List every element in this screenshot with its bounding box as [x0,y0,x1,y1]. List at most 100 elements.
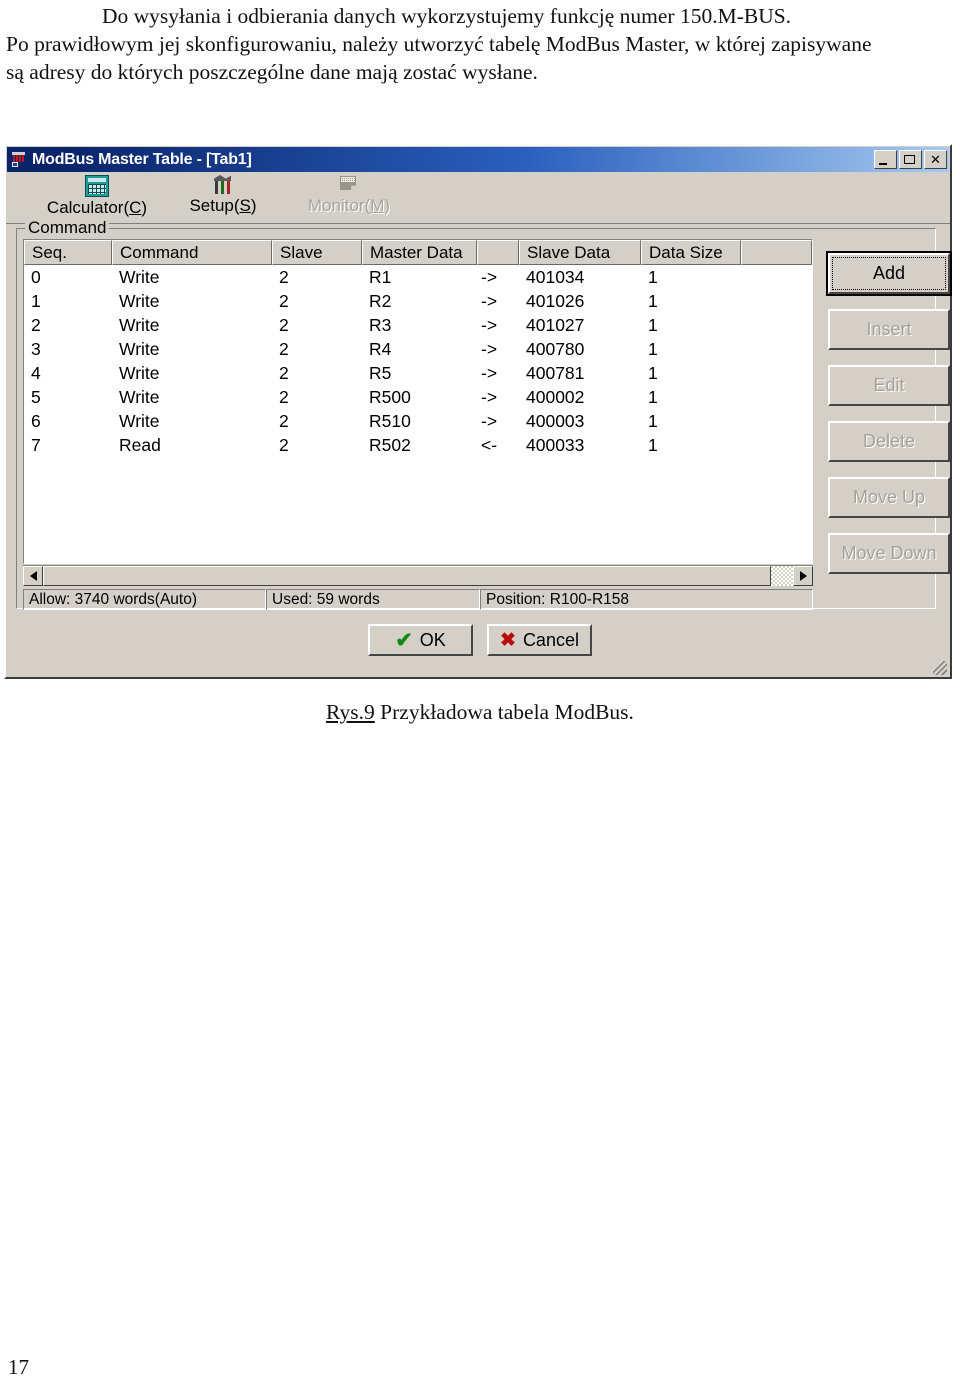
cell-master-data: R1 [369,266,392,287]
scroll-right-button[interactable] [793,566,813,586]
page-number: 17 [8,1355,29,1379]
ok-button[interactable]: ✔ OK [368,624,473,656]
cancel-button-label: Cancel [522,629,579,650]
table-row[interactable]: 7 Read 2 R502 <- 400033 1 [24,433,812,457]
resize-grip[interactable] [933,661,947,675]
insert-button: Insert [828,309,950,350]
cell-command: Write [119,410,160,431]
status-allow: Allow: 3740 words(Auto) [23,589,266,610]
table-row[interactable]: 0 Write 2 R1 -> 401034 1 [24,265,812,289]
maximize-button[interactable] [899,150,922,169]
table-row[interactable]: 1 Write 2 R2 -> 401026 1 [24,289,812,313]
scrollbar-thumb[interactable] [43,566,771,586]
cell-direction: -> [481,410,498,431]
command-groupbox: Command Seq. Command Slave Master Data S… [16,218,936,610]
check-icon: ✔ [395,628,413,652]
move-down-button-label: Move Down [841,543,937,563]
cell-slave-data: 401034 [526,266,585,287]
cell-direction: -> [481,386,498,407]
cell-slave-data: 401026 [526,290,585,311]
cell-seq: 0 [31,266,41,287]
cell-master-data: R502 [369,434,411,455]
command-listview[interactable]: Seq. Command Slave Master Data Slave Dat… [23,239,813,564]
dialog-titlebar[interactable]: ModBus Master Table - [Tab1] ✕ [7,147,949,172]
cell-command: Write [119,362,160,383]
cell-seq: 3 [31,338,41,359]
cell-command: Write [119,314,160,335]
triangle-left-icon [29,571,37,581]
cell-command: Write [119,266,160,287]
table-row[interactable]: 6 Write 2 R510 -> 400003 1 [24,409,812,433]
minimize-button[interactable] [874,150,897,169]
cell-seq: 7 [31,434,41,455]
paragraph-line-3: są adresy do których poszczególne dane m… [6,60,538,84]
cell-direction: -> [481,290,498,311]
document-paragraph: Do wysyłania i odbierania danych wykorzy… [0,0,960,86]
cell-slave-data: 401027 [526,314,585,335]
cell-direction: -> [481,314,498,335]
cell-master-data: R510 [369,410,411,431]
toolbar-label-calculator: Calculator(C) [46,198,148,217]
dialog-toolbar: Calculator(C) Setup(S) Monitor(M) [6,172,950,224]
modbus-table-icon [10,151,28,169]
cell-data-size: 1 [648,410,658,431]
toolbar-label-setup: Setup(S) [189,196,257,215]
cancel-button[interactable]: ✖ Cancel [487,624,592,656]
cell-data-size: 1 [648,386,658,407]
toolbar-item-setup[interactable]: Setup(S) [160,175,286,216]
dialog-footer-buttons: ✔ OK ✖ Cancel [6,624,954,656]
cell-data-size: 1 [648,266,658,287]
paragraph-line-1: Do wysyłania i odbierania danych wykorzy… [102,4,792,28]
close-button[interactable]: ✕ [924,150,947,169]
status-bar: Allow: 3740 words(Auto) Used: 59 words P… [23,589,813,610]
cell-command: Write [119,386,160,407]
paragraph-line-2: Po prawidłowym jej skonfigurowaniu, nale… [6,32,872,56]
column-header-command[interactable]: Command [112,240,272,265]
delete-button-label: Delete [862,431,916,451]
scrollbar-track[interactable] [771,566,793,586]
cell-slave: 2 [279,434,289,455]
add-button[interactable]: Add [826,251,952,296]
dialog-title: ModBus Master Table - [Tab1] [32,150,252,168]
cell-seq: 4 [31,362,41,383]
column-header-seq[interactable]: Seq. [24,240,112,265]
cell-data-size: 1 [648,290,658,311]
calculator-icon [85,175,109,197]
cell-master-data: R3 [369,314,392,335]
tools-icon [212,175,234,195]
status-used: Used: 59 words [266,589,480,610]
cell-slave-data: 400002 [526,386,585,407]
column-header-direction[interactable] [477,240,519,265]
edit-button-label: Edit [873,375,905,395]
horizontal-scrollbar[interactable] [23,565,813,586]
cell-seq: 6 [31,410,41,431]
cell-slave: 2 [279,314,289,335]
monitor-icon [338,175,360,195]
toolbar-label-monitor: Monitor(M) [307,196,391,215]
table-row[interactable]: 3 Write 2 R4 -> 400780 1 [24,337,812,361]
cell-slave-data: 400780 [526,338,585,359]
cell-master-data: R4 [369,338,392,359]
column-header-slave-data[interactable]: Slave Data [519,240,641,265]
cell-slave-data: 400781 [526,362,585,383]
move-down-button: Move Down [828,533,950,574]
column-header-data-size[interactable]: Data Size [641,240,741,265]
cell-slave: 2 [279,266,289,287]
toolbar-item-calculator[interactable]: Calculator(C) [34,175,160,218]
column-header-master-data[interactable]: Master Data [362,240,477,265]
cell-command: Read [119,434,161,455]
table-row[interactable]: 2 Write 2 R3 -> 401027 1 [24,313,812,337]
table-row[interactable]: 5 Write 2 R500 -> 400002 1 [24,385,812,409]
table-row[interactable]: 4 Write 2 R5 -> 400781 1 [24,361,812,385]
cell-seq: 1 [31,290,41,311]
figure-caption-ref: Rys.9 [326,700,375,724]
edit-button: Edit [828,365,950,406]
toolbar-item-monitor: Monitor(M) [286,175,412,216]
x-icon: ✖ [500,629,516,651]
scroll-left-button[interactable] [23,566,43,586]
figure-caption: Rys.9 Przykładowa tabela ModBus. [0,700,960,725]
cell-direction: -> [481,338,498,359]
cell-slave: 2 [279,386,289,407]
cell-slave: 2 [279,410,289,431]
column-header-slave[interactable]: Slave [272,240,362,265]
